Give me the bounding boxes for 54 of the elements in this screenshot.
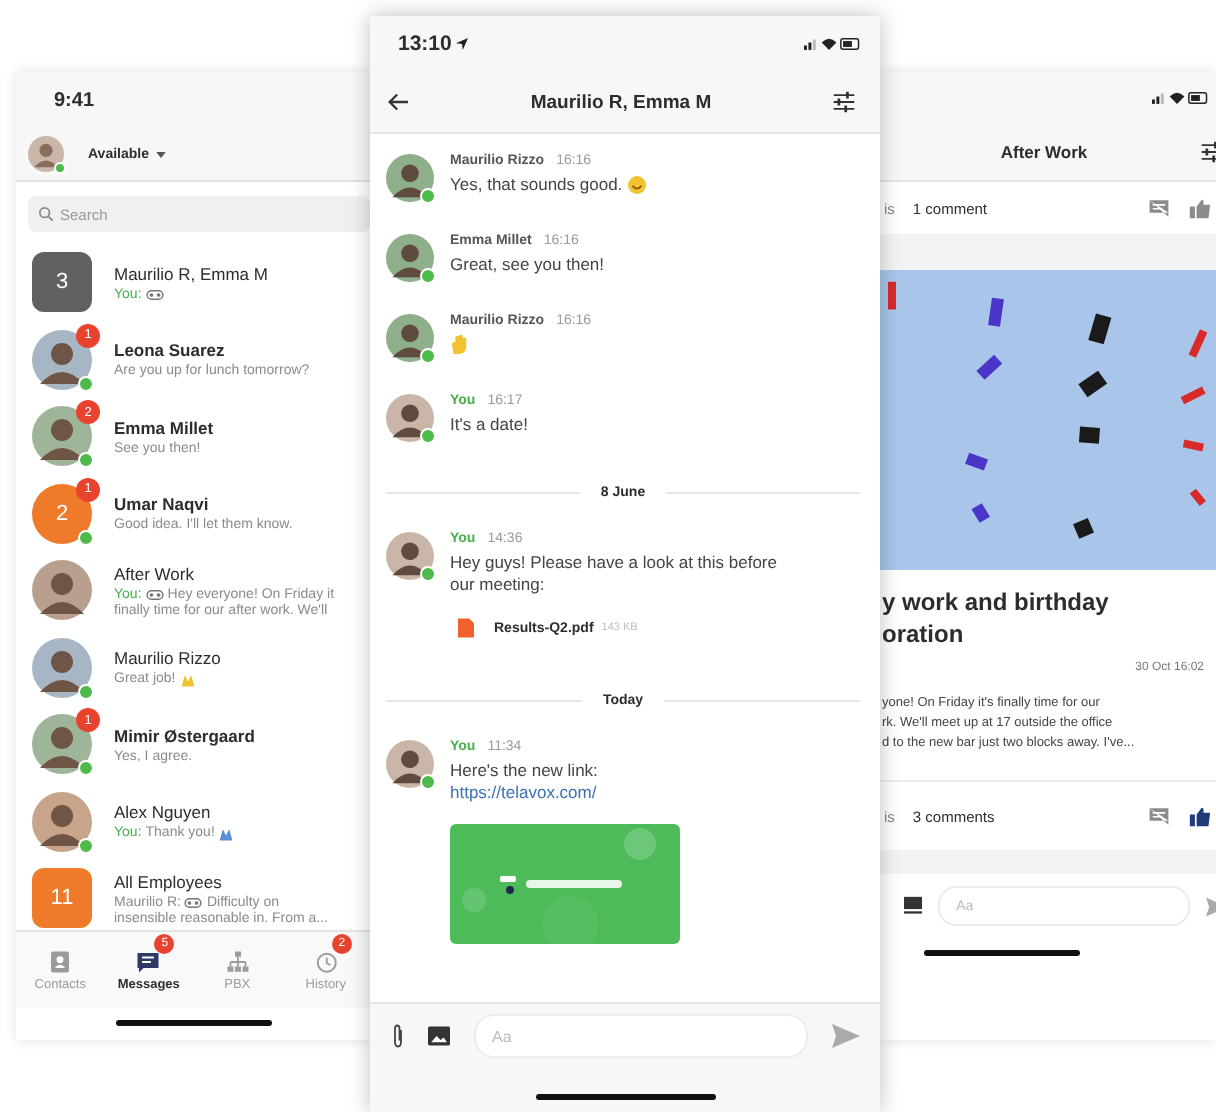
message-text: Great, see you then! <box>450 254 607 277</box>
status-icons <box>1152 90 1208 106</box>
location-icon <box>455 38 468 50</box>
avatar <box>386 154 434 202</box>
status-time: 9:41 <box>54 89 95 111</box>
contacts-icon <box>48 949 73 973</box>
avatar[interactable] <box>28 136 64 172</box>
contact-name[interactable]: Maurilio R, Emma M <box>114 263 268 284</box>
search-icon <box>38 206 54 222</box>
group-avatar: 11 <box>32 868 92 929</box>
chat-title: Maurilio R, Emma M <box>528 91 714 113</box>
avatar <box>32 791 92 852</box>
thumbs-up-icon[interactable] <box>1188 197 1212 219</box>
post-title: y work and birthday <box>882 588 1111 620</box>
avatar <box>386 740 434 789</box>
contact-name[interactable]: All Employees <box>114 871 328 892</box>
image-icon[interactable] <box>428 1026 450 1046</box>
paperclip-icon[interactable] <box>392 1024 404 1048</box>
avatar <box>32 560 92 621</box>
history-icon <box>313 949 338 973</box>
link[interactable]: https://telavox.com/ <box>450 782 806 803</box>
thumbs-up-icon[interactable] <box>1188 805 1212 828</box>
network-icon <box>225 949 250 973</box>
file-icon <box>458 618 474 639</box>
status-time: 13:10 <box>398 32 452 56</box>
avatar <box>386 394 434 442</box>
message-text: Hey guys! Please have a look at this before our meeting: <box>450 552 779 597</box>
contact-name[interactable]: Alex Nguyen <box>114 801 235 822</box>
avatar <box>32 637 92 698</box>
contact-name[interactable]: Mimir Østergaard <box>114 725 255 746</box>
avatar <box>386 234 434 282</box>
post-title: oration <box>882 619 966 651</box>
comment-icon[interactable] <box>1148 198 1170 218</box>
caret-icon[interactable] <box>156 151 167 157</box>
contact-name[interactable]: After Work <box>114 563 335 584</box>
status-icons <box>804 36 860 52</box>
message-field[interactable]: Aa <box>474 1014 808 1058</box>
message-text: It's a date! <box>450 414 530 437</box>
back-arrow-icon[interactable] <box>386 92 410 112</box>
comment-icon[interactable] <box>1148 806 1170 827</box>
contact-name[interactable]: Maurilio Rizzo <box>114 647 221 668</box>
note-icon[interactable] <box>904 896 923 917</box>
contact-name[interactable]: Emma Millet <box>114 417 214 438</box>
filter-icon[interactable] <box>832 90 856 114</box>
screen-title: After Work <box>998 142 1090 162</box>
message-text: Yes, that sounds good. <box>450 174 623 197</box>
avatar <box>32 406 92 467</box>
contact-name[interactable]: Umar Naqvi <box>114 494 293 515</box>
contact-name[interactable]: Leona Suarez <box>114 340 310 361</box>
avatar <box>386 314 434 362</box>
message-text: Here's the new link: <box>450 760 600 783</box>
avatar <box>386 532 434 580</box>
chat-icon <box>136 949 161 973</box>
group-avatar: 3 <box>32 252 92 313</box>
